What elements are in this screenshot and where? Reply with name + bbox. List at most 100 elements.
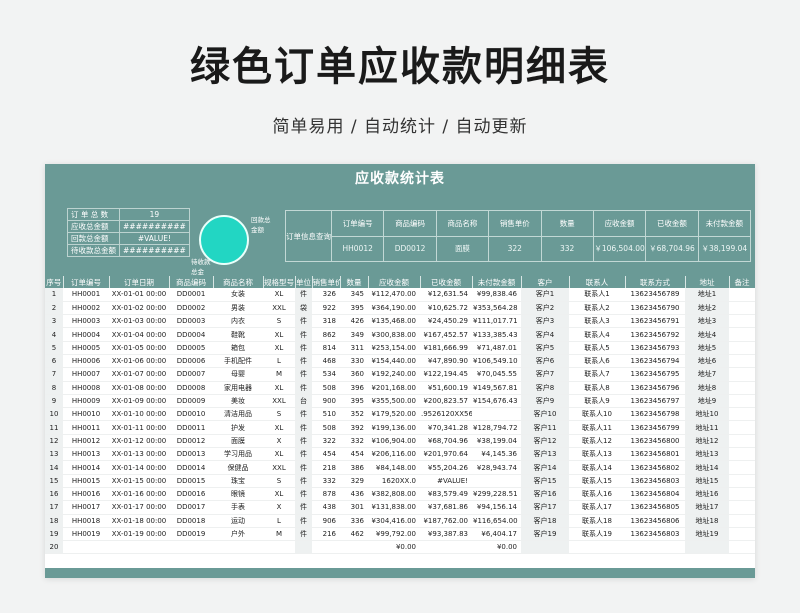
table-cell[interactable]: ¥83,579.49 bbox=[420, 487, 472, 502]
summary-value[interactable]: ########## bbox=[119, 220, 190, 233]
table-cell[interactable]: 件 bbox=[295, 434, 312, 449]
table-cell[interactable]: 13623456790 bbox=[625, 301, 685, 316]
table-cell[interactable] bbox=[63, 540, 109, 555]
table-cell[interactable] bbox=[569, 540, 625, 555]
table-cell[interactable]: 534 bbox=[312, 367, 340, 382]
table-cell[interactable]: 手机配件 bbox=[213, 354, 263, 369]
table-cell[interactable]: 客户16 bbox=[521, 487, 569, 502]
table-cell[interactable] bbox=[420, 540, 472, 555]
table-cell[interactable]: HH0005 bbox=[63, 341, 109, 355]
column-header[interactable]: 联系方式 bbox=[625, 276, 686, 288]
table-cell[interactable]: DD0017 bbox=[169, 500, 213, 515]
table-cell[interactable] bbox=[729, 301, 755, 316]
table-cell[interactable]: XX-01-08 00:00 bbox=[109, 381, 169, 395]
table-cell[interactable] bbox=[213, 540, 263, 555]
table-cell[interactable]: 地址13 bbox=[685, 447, 729, 462]
table-cell[interactable]: 10 bbox=[45, 407, 63, 422]
column-header[interactable]: 地址 bbox=[685, 276, 730, 288]
table-cell[interactable] bbox=[729, 314, 755, 329]
table-cell[interactable]: 814 bbox=[312, 341, 340, 355]
table-cell[interactable] bbox=[521, 540, 569, 555]
table-cell[interactable]: X bbox=[263, 500, 295, 515]
table-cell[interactable]: 件 bbox=[295, 474, 312, 488]
table-cell[interactable]: 客户7 bbox=[521, 367, 569, 382]
table-cell[interactable]: 件 bbox=[295, 407, 312, 422]
table-cell[interactable]: HH0009 bbox=[63, 394, 109, 409]
table-cell[interactable] bbox=[729, 367, 755, 382]
table-cell[interactable]: 地址5 bbox=[685, 341, 729, 355]
table-cell[interactable]: 客户1 bbox=[521, 288, 569, 302]
table-cell[interactable]: 436 bbox=[340, 487, 368, 502]
table-cell[interactable]: ¥253,154.00 bbox=[368, 341, 420, 355]
table-cell[interactable]: 216 bbox=[312, 527, 340, 542]
table-cell[interactable]: DD0016 bbox=[169, 487, 213, 502]
table-cell[interactable]: 客户17 bbox=[521, 500, 569, 515]
table-cell[interactable]: 件 bbox=[295, 314, 312, 329]
column-header[interactable]: 客户 bbox=[521, 276, 570, 288]
table-cell[interactable]: 13623456792 bbox=[625, 327, 685, 342]
table-cell[interactable]: X bbox=[263, 434, 295, 449]
table-cell[interactable]: 母婴 bbox=[213, 367, 263, 382]
table-cell[interactable]: 保健品 bbox=[213, 460, 263, 475]
query-order-input[interactable]: HH0012 bbox=[332, 237, 383, 262]
table-cell[interactable]: ¥0.00 bbox=[368, 540, 420, 555]
table-cell[interactable] bbox=[729, 540, 755, 555]
table-cell[interactable]: 联系人3 bbox=[569, 314, 625, 329]
table-cell[interactable]: 13623456804 bbox=[625, 487, 685, 502]
table-cell[interactable]: 360 bbox=[340, 367, 368, 382]
table-cell[interactable]: ¥10,625.72 bbox=[420, 301, 472, 316]
table-cell[interactable]: 珠宝 bbox=[213, 474, 263, 488]
table-cell[interactable]: 客户19 bbox=[521, 527, 569, 542]
column-header[interactable]: 备注 bbox=[729, 276, 755, 288]
table-cell[interactable]: XL bbox=[263, 341, 295, 355]
table-cell[interactable] bbox=[729, 500, 755, 515]
table-cell[interactable]: ¥201,168.00 bbox=[368, 381, 420, 395]
table-cell[interactable]: 女装 bbox=[213, 288, 263, 302]
table-cell[interactable]: XX-01-09 00:00 bbox=[109, 394, 169, 409]
table-cell[interactable]: 508 bbox=[312, 420, 340, 435]
table-cell[interactable] bbox=[729, 341, 755, 355]
table-cell[interactable]: 清洁用品 bbox=[213, 407, 263, 422]
table-cell[interactable]: 台 bbox=[295, 394, 312, 409]
table-cell[interactable] bbox=[312, 540, 340, 555]
table-cell[interactable]: 326 bbox=[312, 288, 340, 302]
table-cell[interactable]: 3 bbox=[45, 314, 63, 329]
table-cell[interactable]: 395 bbox=[340, 394, 368, 409]
table-cell[interactable] bbox=[729, 420, 755, 435]
table-cell[interactable]: .9526120XX56 bbox=[420, 407, 472, 422]
table-cell[interactable]: 联系人10 bbox=[569, 407, 625, 422]
table-cell[interactable]: HH0002 bbox=[63, 301, 109, 316]
table-cell[interactable]: 13623456794 bbox=[625, 354, 685, 369]
table-cell[interactable]: 510 bbox=[312, 407, 340, 422]
table-cell[interactable] bbox=[472, 407, 521, 422]
table-cell[interactable]: 1 bbox=[45, 288, 63, 302]
table-cell[interactable]: XX-01-17 00:00 bbox=[109, 500, 169, 515]
table-cell[interactable]: ¥28,943.74 bbox=[472, 460, 521, 475]
table-cell[interactable]: ¥154,440.00 bbox=[368, 354, 420, 369]
table-cell[interactable]: 件 bbox=[295, 420, 312, 435]
table-cell[interactable]: 900 bbox=[312, 394, 340, 409]
table-cell[interactable]: HH0013 bbox=[63, 447, 109, 462]
table-cell[interactable]: ¥106,549.10 bbox=[472, 354, 521, 369]
table-cell[interactable]: ¥12,631.54 bbox=[420, 288, 472, 302]
table-cell[interactable]: 客户18 bbox=[521, 514, 569, 528]
table-cell[interactable]: 19 bbox=[45, 527, 63, 542]
table-cell[interactable]: DD0014 bbox=[169, 460, 213, 475]
table-cell[interactable]: 美妆 bbox=[213, 394, 263, 409]
table-cell[interactable]: 395 bbox=[340, 301, 368, 316]
table-cell[interactable]: 13623456789 bbox=[625, 288, 685, 302]
table-cell[interactable]: ¥154,676.43 bbox=[472, 394, 521, 409]
table-cell[interactable]: XX-01-11 00:00 bbox=[109, 420, 169, 435]
table-cell[interactable]: ¥93,387.83 bbox=[420, 527, 472, 542]
table-cell[interactable] bbox=[472, 474, 521, 488]
summary-value[interactable]: #VALUE! bbox=[119, 232, 190, 245]
table-cell[interactable]: 318 bbox=[312, 314, 340, 329]
table-cell[interactable]: 311 bbox=[340, 341, 368, 355]
table-cell[interactable]: 6 bbox=[45, 354, 63, 369]
table-cell[interactable]: 13623456803 bbox=[625, 474, 685, 488]
table-cell[interactable]: 11 bbox=[45, 420, 63, 435]
table-cell[interactable]: 2 bbox=[45, 301, 63, 316]
table-cell[interactable]: 客户10 bbox=[521, 407, 569, 422]
table-cell[interactable]: HH0003 bbox=[63, 314, 109, 329]
table-cell[interactable]: 20 bbox=[45, 540, 63, 555]
